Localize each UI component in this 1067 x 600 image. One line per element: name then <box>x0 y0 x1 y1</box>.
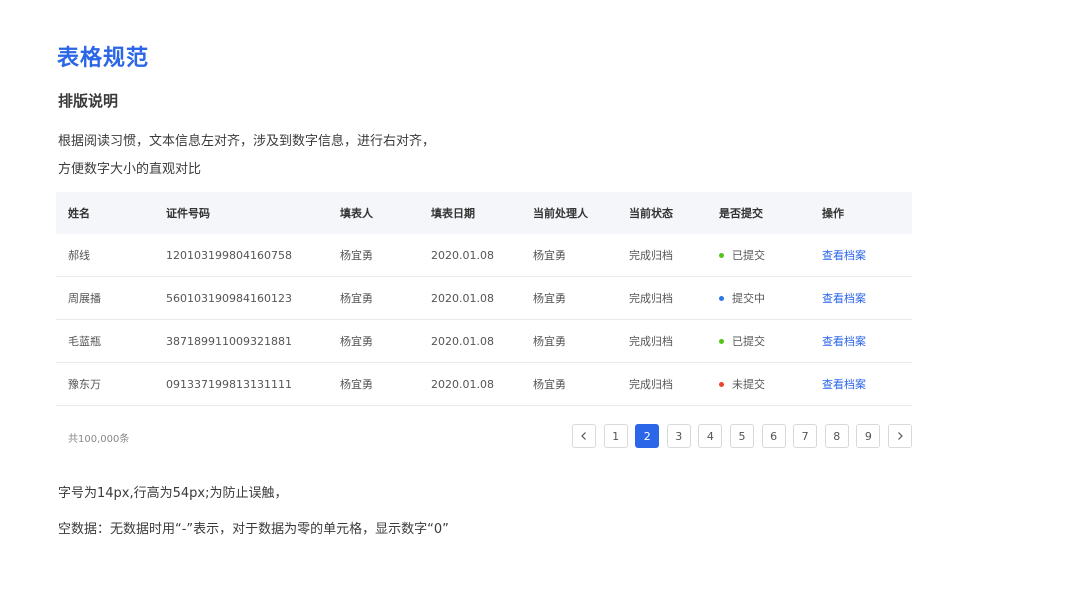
header-current-handler: 当前处理人 <box>533 207 588 220</box>
view-archive-link[interactable]: 查看档案 <box>822 292 866 305</box>
description-line-1: 根据阅读习惯，文本信息左对齐，涉及到数字信息，进行右对齐， <box>58 134 436 149</box>
cell-fill-date: 2020.01.08 <box>431 291 494 305</box>
cell-submitted: 已提交 <box>707 333 810 349</box>
cell-current-handler: 杨宜勇 <box>533 249 566 262</box>
cell-filler: 杨宜勇 <box>340 335 373 348</box>
total-count: 共100,000条 <box>68 434 130 445</box>
cell-current-handler: 杨宜勇 <box>533 378 566 391</box>
cell-filler: 杨宜勇 <box>340 249 373 262</box>
status-text: 已提交 <box>732 335 765 348</box>
cell-name: 郝线 <box>68 249 90 262</box>
page-button-3[interactable]: 3 <box>666 424 691 448</box>
page-button-7[interactable]: 7 <box>793 424 818 448</box>
cell-current-status: 完成归档 <box>629 335 673 348</box>
header-fill-date: 填表日期 <box>431 207 475 220</box>
header-filler: 填表人 <box>340 207 373 220</box>
cell-actions: 查看档案 <box>810 290 912 306</box>
prev-page-button[interactable] <box>572 424 596 448</box>
table-row: 毛蓝瓶 387189911009321881 杨宜勇 2020.01.08 杨宜… <box>56 320 912 363</box>
table-row: 郝线 120103199804160758 杨宜勇 2020.01.08 杨宜勇… <box>56 234 912 277</box>
description-line-2: 方便数字大小的直观对比 <box>58 162 202 177</box>
status-dot <box>719 381 724 387</box>
status-dot <box>719 252 724 258</box>
cell-current-status: 完成归档 <box>629 378 673 391</box>
header-actions: 操作 <box>822 207 844 220</box>
view-archive-link[interactable]: 查看档案 <box>822 378 866 391</box>
status-text: 提交中 <box>732 292 765 305</box>
pagination: 1 2 3 4 5 6 7 8 9 <box>572 424 912 448</box>
font-size-note: 字号为14px,行高为54px;为防止误触， <box>58 486 288 501</box>
cell-fill-date: 2020.01.08 <box>431 377 494 391</box>
header-name: 姓名 <box>68 207 90 220</box>
cell-current-status: 完成归档 <box>629 249 673 262</box>
page-button-2[interactable]: 2 <box>635 424 660 448</box>
cell-current-handler: 杨宜勇 <box>533 292 566 305</box>
page-button-5[interactable]: 5 <box>729 424 754 448</box>
cell-name: 毛蓝瓶 <box>68 335 101 348</box>
page-title: 表格规范 <box>57 46 150 71</box>
cell-submitted: 提交中 <box>707 290 810 306</box>
table-row: 豫东万 091337199813131111 杨宜勇 2020.01.08 杨宜… <box>56 363 912 406</box>
header-current-status: 当前状态 <box>629 207 673 220</box>
cell-filler: 杨宜勇 <box>340 292 373 305</box>
cell-id-number: 091337199813131111 <box>166 377 292 391</box>
next-page-button[interactable] <box>887 424 912 448</box>
cell-filler: 杨宜勇 <box>340 378 373 391</box>
cell-fill-date: 2020.01.08 <box>431 334 494 348</box>
status-dot <box>719 338 724 344</box>
cell-id-number: 387189911009321881 <box>166 334 292 348</box>
page-button-6[interactable]: 6 <box>761 424 786 448</box>
section-title: 排版说明 <box>58 92 119 110</box>
header-id-number: 证件号码 <box>166 207 210 220</box>
cell-id-number: 120103199804160758 <box>166 248 292 262</box>
data-table: 姓名 证件号码 填表人 填表日期 当前处理人 当前状态 是否提交 操作 郝线 1… <box>56 192 912 406</box>
chevron-right-icon <box>898 432 903 440</box>
table-header-row: 姓名 证件号码 填表人 填表日期 当前处理人 当前状态 是否提交 操作 <box>56 192 912 234</box>
cell-current-status: 完成归档 <box>629 292 673 305</box>
cell-name: 豫东万 <box>68 378 101 391</box>
cell-fill-date: 2020.01.08 <box>431 248 494 262</box>
cell-current-handler: 杨宜勇 <box>533 335 566 348</box>
page-button-8[interactable]: 8 <box>824 424 849 448</box>
cell-submitted: 未提交 <box>707 376 810 392</box>
view-archive-link[interactable]: 查看档案 <box>822 335 866 348</box>
cell-actions: 查看档案 <box>810 333 912 349</box>
status-text: 已提交 <box>732 249 765 262</box>
page-button-1[interactable]: 1 <box>603 424 628 448</box>
chevron-left-icon <box>581 432 586 440</box>
cell-actions: 查看档案 <box>810 376 912 392</box>
cell-submitted: 已提交 <box>707 247 810 263</box>
status-dot <box>719 295 724 301</box>
cell-actions: 查看档案 <box>810 247 912 263</box>
cell-name: 周展播 <box>68 292 101 305</box>
status-text: 未提交 <box>732 378 765 391</box>
table-row: 周展播 560103190984160123 杨宜勇 2020.01.08 杨宜… <box>56 277 912 320</box>
empty-data-note: 空数据：无数据时用“-”表示，对于数据为零的单元格，显示数字“0” <box>58 522 449 537</box>
cell-id-number: 560103190984160123 <box>166 291 292 305</box>
page-button-4[interactable]: 4 <box>698 424 723 448</box>
view-archive-link[interactable]: 查看档案 <box>822 249 866 262</box>
header-submitted: 是否提交 <box>719 207 763 220</box>
page-button-9[interactable]: 9 <box>856 424 881 448</box>
